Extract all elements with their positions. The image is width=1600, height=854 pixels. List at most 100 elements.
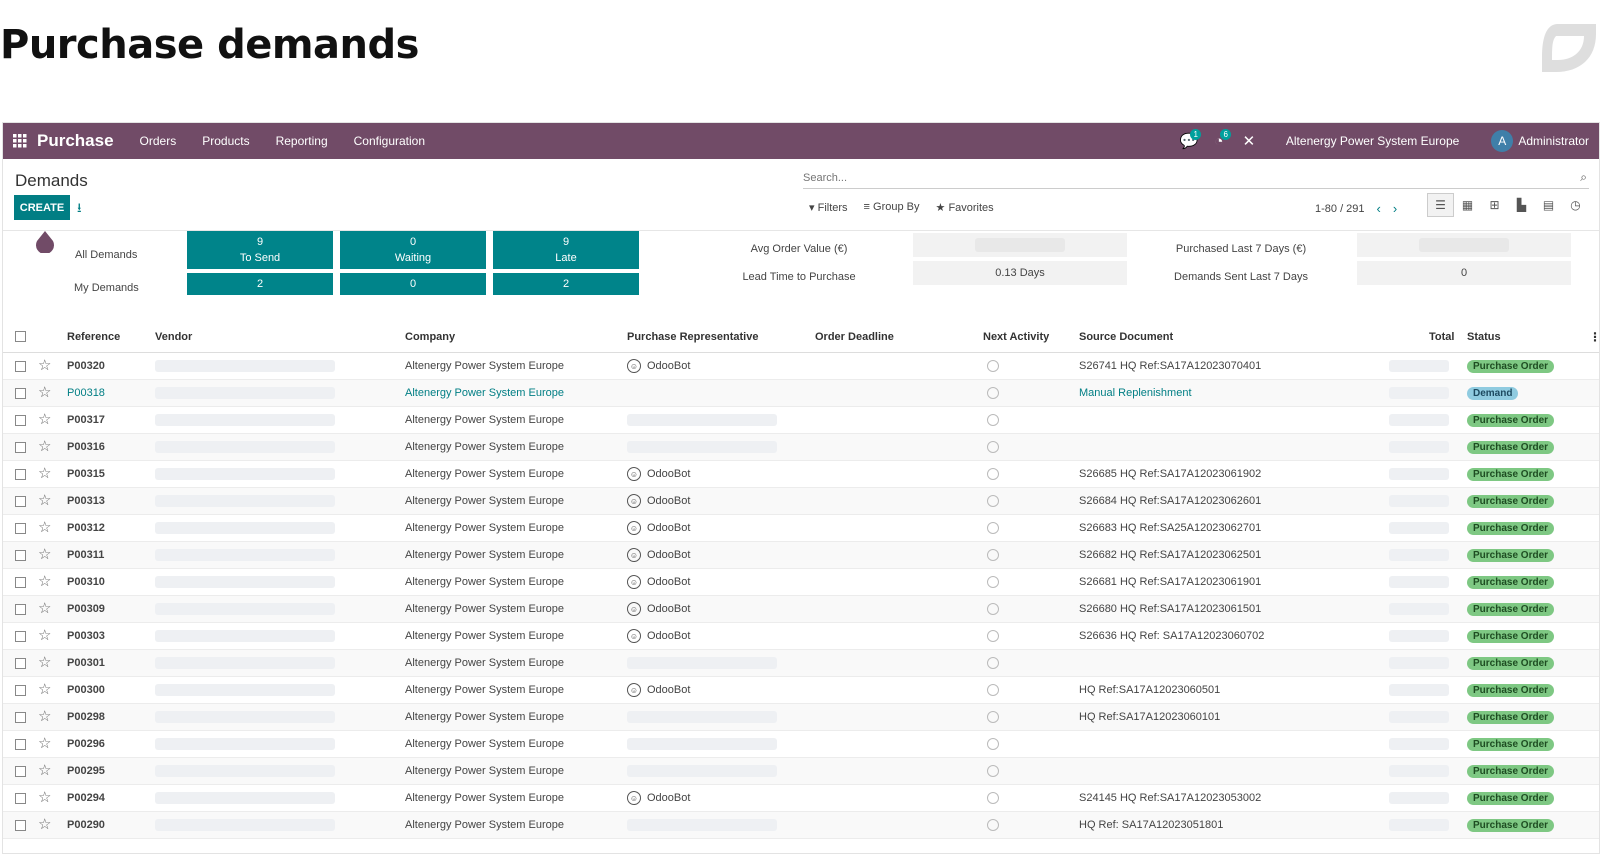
table-row[interactable]: ☆ P00320 Altenergy Power System Europe ☺ Odo… (3, 353, 1599, 380)
row-checkbox[interactable] (15, 711, 26, 723)
priority-star-icon[interactable]: ☆ (38, 788, 51, 806)
row-checkbox[interactable] (15, 441, 26, 453)
priority-star-icon[interactable]: ☆ (38, 437, 51, 455)
menu-configuration[interactable]: Configuration (354, 134, 425, 148)
col-vendor[interactable]: Vendor (155, 331, 192, 343)
row-reference[interactable]: P00300 (67, 684, 105, 696)
tile-to-send[interactable]: 9 To Send (187, 231, 333, 269)
activity-clock-icon[interactable] (987, 522, 999, 534)
app-brand[interactable]: Purchase (37, 131, 114, 151)
priority-star-icon[interactable]: ☆ (38, 545, 51, 563)
pager-value[interactable]: 1-80 / 291 (1315, 203, 1365, 215)
filters-button[interactable]: ▾ Filters (809, 201, 848, 214)
activity-clock-icon[interactable] (987, 630, 999, 642)
activity-clock-icon[interactable] (987, 468, 999, 480)
activity-clock-icon[interactable] (987, 441, 999, 453)
table-row[interactable]: ☆ P00312 Altenergy Power System Europe ☺ Odo… (3, 515, 1599, 542)
priority-star-icon[interactable]: ☆ (38, 707, 51, 725)
activity-clock-icon[interactable] (987, 360, 999, 372)
column-options-icon[interactable]: ⋮ (1589, 330, 1599, 344)
tile-late[interactable]: 9 Late (493, 231, 639, 269)
favorites-button[interactable]: ★ Favorites (936, 201, 994, 214)
table-row[interactable]: ☆ P00317 Altenergy Power System Europe Purc… (3, 407, 1599, 434)
priority-star-icon[interactable]: ☆ (38, 410, 51, 428)
user-menu[interactable]: Administrator (1518, 134, 1589, 148)
row-reference[interactable]: P00309 (67, 603, 105, 615)
table-row[interactable]: ☆ P00316 Altenergy Power System Europe Purc… (3, 434, 1599, 461)
row-reference[interactable]: P00313 (67, 495, 105, 507)
row-reference[interactable]: P00301 (67, 657, 105, 669)
activity-clock-icon[interactable] (987, 495, 999, 507)
download-icon[interactable]: ⭳ (77, 199, 91, 215)
row-reference[interactable]: P00290 (67, 819, 105, 831)
company-switcher[interactable]: Altenergy Power System Europe (1286, 134, 1459, 148)
user-avatar[interactable]: A (1491, 130, 1514, 152)
row-checkbox[interactable] (15, 414, 26, 426)
pivot-view-icon[interactable]: ⊞ (1481, 193, 1508, 217)
table-row[interactable]: ☆ P00300 Altenergy Power System Europe ☺ Odo… (3, 677, 1599, 704)
tile-my-to-send[interactable]: 2 (187, 273, 333, 295)
row-checkbox[interactable] (15, 522, 26, 534)
activity-clock-icon[interactable] (987, 684, 999, 696)
activity-clock-icon[interactable] (987, 711, 999, 723)
col-next-activity[interactable]: Next Activity (983, 331, 1049, 343)
col-source-document[interactable]: Source Document (1079, 331, 1173, 343)
activity-clock-icon[interactable] (987, 765, 999, 777)
activity-clock-icon[interactable] (987, 657, 999, 669)
row-checkbox[interactable] (15, 468, 26, 480)
search-input[interactable] (803, 171, 1563, 184)
row-reference[interactable]: P00310 (67, 576, 105, 588)
row-reference[interactable]: P00294 (67, 792, 105, 804)
row-reference[interactable]: P00298 (67, 711, 105, 723)
activity-clock-icon[interactable] (987, 576, 999, 588)
row-reference[interactable]: P00315 (67, 468, 105, 480)
table-row[interactable]: ☆ P00290 Altenergy Power System Europe HQ R… (3, 812, 1599, 839)
col-reference[interactable]: Reference (67, 331, 120, 343)
priority-star-icon[interactable]: ☆ (38, 491, 51, 509)
row-checkbox[interactable] (15, 738, 26, 750)
activity-clock-icon[interactable] (987, 387, 999, 399)
tile-waiting[interactable]: 0 Waiting (340, 231, 486, 269)
row-reference[interactable]: P00296 (67, 738, 105, 750)
graph-view-icon[interactable]: ▙ (1508, 193, 1535, 217)
priority-star-icon[interactable]: ☆ (38, 518, 51, 536)
tile-my-waiting[interactable]: 0 (340, 273, 486, 295)
table-row[interactable]: ☆ P00311 Altenergy Power System Europe ☺ Odo… (3, 542, 1599, 569)
menu-orders[interactable]: Orders (140, 134, 177, 148)
row-checkbox[interactable] (15, 603, 26, 615)
row-checkbox[interactable] (15, 576, 26, 588)
activities-icon[interactable]: ◔ 6 (1204, 123, 1234, 159)
priority-star-icon[interactable]: ☆ (38, 356, 51, 374)
priority-star-icon[interactable]: ☆ (38, 761, 51, 779)
calendar-view-icon[interactable]: ▤ (1535, 193, 1562, 217)
create-button[interactable]: CREATE (14, 195, 70, 220)
table-row[interactable]: ☆ P00310 Altenergy Power System Europe ☺ Odo… (3, 569, 1599, 596)
activity-clock-icon[interactable] (987, 549, 999, 561)
priority-star-icon[interactable]: ☆ (38, 626, 51, 644)
col-purchase-rep[interactable]: Purchase Representative (627, 331, 758, 343)
table-row[interactable]: ☆ P00315 Altenergy Power System Europe ☺ Odo… (3, 461, 1599, 488)
menu-reporting[interactable]: Reporting (276, 134, 328, 148)
table-row[interactable]: ☆ P00294 Altenergy Power System Europe ☺ Odo… (3, 785, 1599, 812)
groupby-button[interactable]: ≡ Group By (864, 201, 920, 214)
activity-clock-icon[interactable] (987, 819, 999, 831)
row-reference[interactable]: P00316 (67, 441, 105, 453)
row-reference[interactable]: P00295 (67, 765, 105, 777)
app-menu-icon[interactable] (3, 123, 37, 159)
priority-star-icon[interactable]: ☆ (38, 680, 51, 698)
activity-clock-icon[interactable] (987, 603, 999, 615)
activity-clock-icon[interactable] (987, 738, 999, 750)
row-reference[interactable]: P00303 (67, 630, 105, 642)
table-row[interactable]: ☆ P00318 Altenergy Power System Europe Manu… (3, 380, 1599, 407)
priority-star-icon[interactable]: ☆ (38, 383, 51, 401)
col-company[interactable]: Company (405, 331, 455, 343)
col-total[interactable]: Total (1429, 331, 1454, 343)
activity-clock-icon[interactable] (987, 414, 999, 426)
table-row[interactable]: ☆ P00303 Altenergy Power System Europe ☺ Odo… (3, 623, 1599, 650)
row-checkbox[interactable] (15, 765, 26, 777)
activity-view-icon[interactable]: ◷ (1562, 193, 1589, 217)
row-checkbox[interactable] (15, 495, 26, 507)
priority-star-icon[interactable]: ☆ (38, 572, 51, 590)
menu-products[interactable]: Products (202, 134, 249, 148)
col-status[interactable]: Status (1467, 331, 1501, 343)
